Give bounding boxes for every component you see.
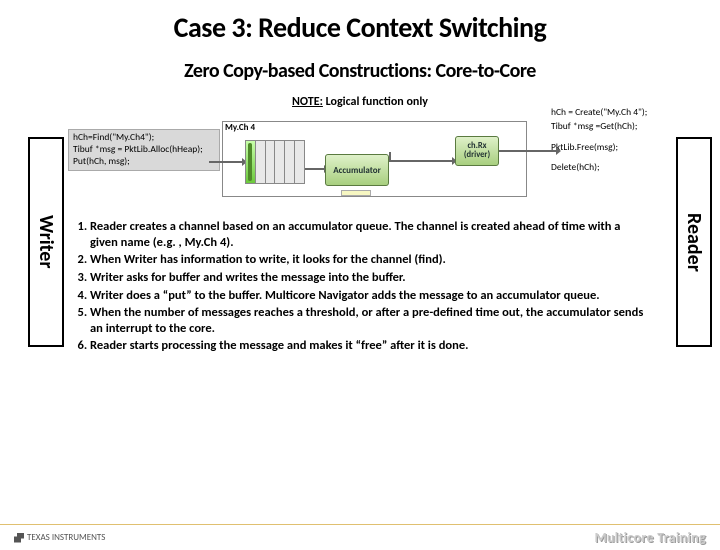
reader-code-line: Tibuf *msg =Get(hCh); [551, 119, 676, 133]
page-subtitle: Zero Copy-based Constructions: Core-to-C… [0, 59, 720, 83]
footer-course: Multicore Training [594, 529, 706, 546]
reader-code-line: Delete(hCh); [551, 160, 676, 174]
diagram-area: Writer Reader hCh=Find("My.Ch4"); Tibuf … [0, 117, 720, 477]
writer-code-line: Put(hCh, msg); [73, 156, 215, 168]
step-item: When Writer has information to write, it… [90, 252, 650, 268]
accumulator-box: Accumulator [325, 154, 389, 186]
arrow-icon [209, 161, 243, 163]
step-item: When the number of messages reaches a th… [90, 305, 650, 336]
arrow-icon [305, 168, 325, 170]
channel-name: My.Ch 4 [225, 122, 255, 133]
arrow-icon [499, 150, 557, 152]
queue-graphic [245, 140, 305, 184]
note-icon [341, 190, 371, 196]
reader-code-line: hCh = Create("My.Ch 4"); [551, 105, 676, 119]
writer-box: Writer [28, 137, 64, 347]
reader-code-line: PktLib.Free(msg); [551, 140, 676, 154]
arrow-icon [389, 160, 453, 162]
note-text: Logical function only [323, 95, 428, 109]
footer: TEXAS INSTRUMENTS Multicore Training [0, 524, 720, 550]
step-item: Reader starts processing the message and… [90, 338, 650, 354]
writer-label: Writer [30, 139, 62, 345]
page-title: Case 3: Reduce Context Switching [0, 10, 720, 45]
reader-label: Reader [678, 139, 710, 345]
chrx-box: ch.Rx (driver) [455, 136, 499, 166]
writer-code-line: Tibuf *msg = PktLib.Alloc(hHeap); [73, 144, 215, 156]
step-item: Reader creates a channel based on an acc… [90, 219, 650, 250]
reader-code-block: hCh = Create("My.Ch 4"); Tibuf *msg =Get… [551, 105, 676, 174]
step-item: Writer asks for buffer and writes the me… [90, 270, 650, 286]
footer-brand: TEXAS INSTRUMENTS [14, 532, 105, 543]
steps-list: Reader creates a channel based on an acc… [70, 219, 650, 356]
ti-logo-icon: TEXAS INSTRUMENTS [14, 532, 105, 543]
writer-code-box: hCh=Find("My.Ch4"); Tibuf *msg = PktLib.… [68, 129, 220, 171]
step-item: Writer does a “put” to the buffer. Multi… [90, 288, 650, 304]
channel-diagram: My.Ch 4 Accumulator ch.Rx (driver) [222, 121, 527, 197]
brand-text: TEXAS INSTRUMENTS [27, 532, 105, 543]
reader-box: Reader [676, 137, 712, 347]
note-prefix: NOTE: [292, 95, 323, 109]
